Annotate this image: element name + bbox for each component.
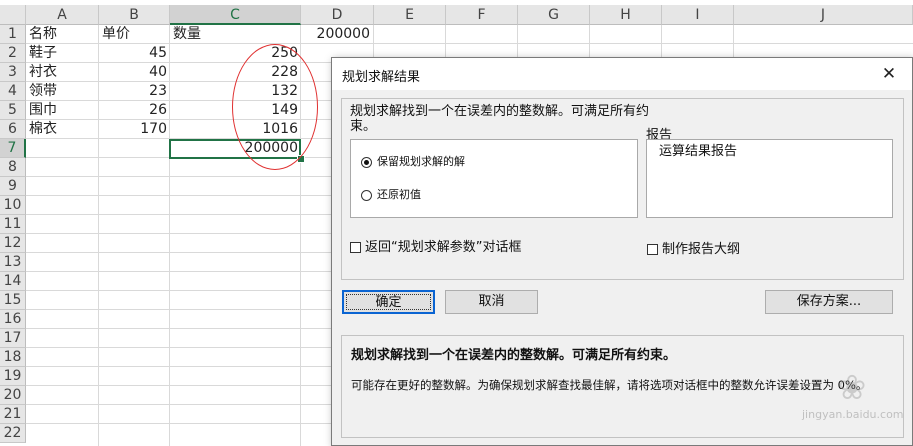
column-header-e[interactable]: E <box>374 5 446 25</box>
row-header[interactable]: 8 <box>0 158 26 177</box>
row-header[interactable]: 17 <box>0 329 26 348</box>
cell-price[interactable]: 170 <box>99 120 167 139</box>
column-header-j[interactable]: J <box>734 5 913 25</box>
radio-restore-values[interactable]: 还原初值 <box>361 187 421 203</box>
row-header[interactable]: 13 <box>0 253 26 272</box>
save-scenario-button[interactable]: 保存方案... <box>765 290 893 314</box>
cell-price[interactable]: 45 <box>99 44 167 63</box>
row-header[interactable]: 18 <box>0 348 26 367</box>
row-header[interactable]: 2 <box>0 44 26 63</box>
close-icon[interactable]: ✕ <box>876 62 902 86</box>
row-header[interactable]: 7 <box>0 139 26 158</box>
row-header[interactable]: 5 <box>0 101 26 120</box>
cell-name[interactable]: 围巾 <box>29 101 57 120</box>
column-header-b[interactable]: B <box>99 5 170 25</box>
row-header[interactable]: 9 <box>0 177 26 196</box>
cell-name[interactable]: 领带 <box>29 82 57 101</box>
radio-keep-solution[interactable]: 保留规划求解的解 <box>361 154 465 170</box>
row-header[interactable]: 20 <box>0 386 26 405</box>
column-header-i[interactable]: I <box>662 5 734 25</box>
checkbox-icon <box>350 242 361 253</box>
result-message: 规划求解找到一个在误差内的整数解。可满足所有约束。 <box>350 104 650 134</box>
ok-button[interactable]: 确定 <box>342 290 435 314</box>
reports-listbox[interactable]: 运算结果报告 <box>646 139 893 218</box>
cell-price[interactable]: 23 <box>99 82 167 101</box>
dialog-titlebar[interactable]: 规划求解结果 ✕ <box>332 58 912 90</box>
watermark-text: jingyan.baidu.com <box>802 408 904 421</box>
cell-name[interactable]: 棉衣 <box>29 120 57 139</box>
row-header[interactable]: 4 <box>0 82 26 101</box>
column-header-h[interactable]: H <box>590 5 662 25</box>
row-header[interactable]: 14 <box>0 272 26 291</box>
select-all-corner[interactable] <box>0 5 26 25</box>
cell-name[interactable]: 衬衣 <box>29 63 57 82</box>
checkbox-outline-label: 制作报告大纲 <box>662 242 741 257</box>
row-header[interactable]: 11 <box>0 215 26 234</box>
cell-d1[interactable]: 200000 <box>301 25 370 44</box>
checkbox-return-label: 返回“规划求解参数”对话框 <box>365 240 522 255</box>
cell-price[interactable]: 26 <box>99 101 167 120</box>
paw-logo-icon: ❀ <box>837 368 867 408</box>
cell-a1[interactable]: 名称 <box>29 25 57 44</box>
radio-selected-icon <box>361 156 372 168</box>
row-header[interactable]: 21 <box>0 405 26 424</box>
cancel-button[interactable]: 取消 <box>445 290 538 314</box>
row-header[interactable]: 6 <box>0 120 26 139</box>
checkbox-return-to-params[interactable]: 返回“规划求解参数”对话框 <box>350 240 521 256</box>
checkbox-icon <box>647 244 658 255</box>
baidu-jingyan-watermark: ❀ jingyan.baidu.com <box>802 368 904 438</box>
row-header[interactable]: 12 <box>0 234 26 253</box>
radio-keep-label: 保留规划求解的解 <box>377 155 465 168</box>
report-item-answer[interactable]: 运算结果报告 <box>659 140 737 159</box>
row-header[interactable]: 16 <box>0 310 26 329</box>
row-header[interactable]: 1 <box>0 25 26 44</box>
solution-options-box: 保留规划求解的解 还原初值 <box>350 139 638 218</box>
radio-restore-label: 还原初值 <box>377 188 421 201</box>
cell-price[interactable]: 40 <box>99 63 167 82</box>
row-header[interactable]: 22 <box>0 424 26 443</box>
dialog-title: 规划求解结果 <box>342 70 421 85</box>
radio-empty-icon <box>361 189 372 201</box>
checkbox-outline-reports[interactable]: 制作报告大纲 <box>647 242 740 258</box>
result-hint: 可能存在更好的整数解。为确保规划求解查找最佳解，请将选项对话框中的整数允许误差设… <box>351 378 868 392</box>
column-header-f[interactable]: F <box>446 5 518 25</box>
column-header-g[interactable]: G <box>518 5 590 25</box>
row-header[interactable]: 19 <box>0 367 26 386</box>
row-header[interactable]: 15 <box>0 291 26 310</box>
red-annotation-circle <box>232 44 318 170</box>
cell-b1[interactable]: 单价 <box>102 25 130 44</box>
column-header-a[interactable]: A <box>26 5 99 25</box>
cell-name[interactable]: 鞋子 <box>29 44 57 63</box>
cell-c1[interactable]: 数量 <box>173 25 201 44</box>
row-header[interactable]: 10 <box>0 196 26 215</box>
result-summary: 规划求解找到一个在误差内的整数解。可满足所有约束。 <box>351 348 677 363</box>
column-header-c[interactable]: C <box>170 5 301 25</box>
column-header-d[interactable]: D <box>301 5 374 25</box>
row-header[interactable]: 3 <box>0 63 26 82</box>
